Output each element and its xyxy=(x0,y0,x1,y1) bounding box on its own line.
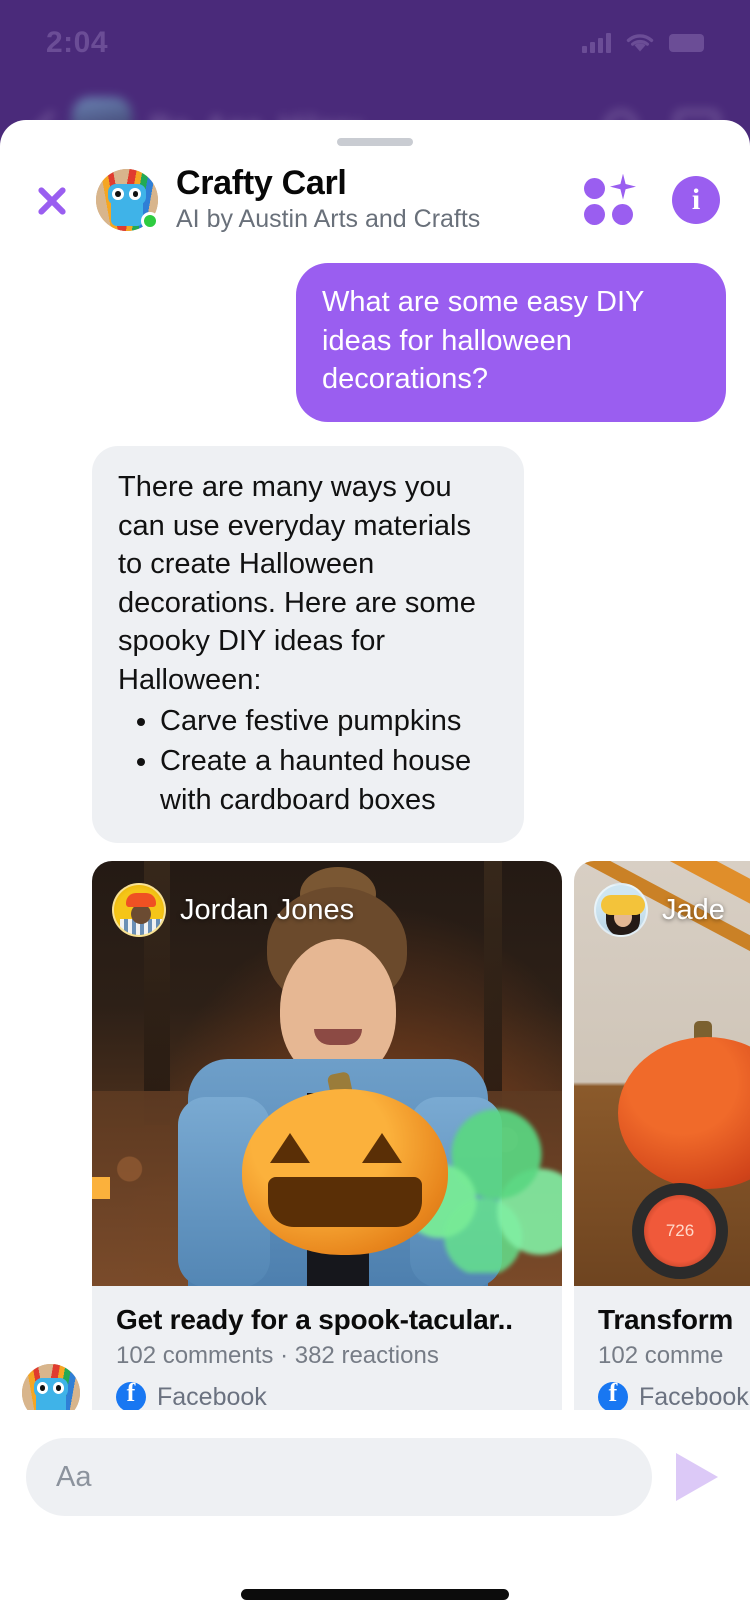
list-item[interactable]: Jordan Jones Get ready for a spook-tacul… xyxy=(92,861,562,1435)
card-source-label: Facebook xyxy=(157,1382,267,1411)
sheet-header: Crafty Carl AI by Austin Arts and Crafts… xyxy=(0,146,750,247)
card-engagement-meta: 102 comments · 382 reactions xyxy=(116,1342,439,1370)
battery-icon xyxy=(669,34,704,52)
list-item: Create a haunted house with cardboard bo… xyxy=(160,742,498,819)
card-source: Facebook xyxy=(116,1378,540,1413)
message-input-placeholder: Aa xyxy=(56,1460,92,1493)
ai-chat-sheet: Crafty Carl AI by Austin Arts and Crafts… xyxy=(0,120,750,1624)
online-status-dot xyxy=(141,211,159,230)
send-button[interactable] xyxy=(666,1438,728,1516)
card-engagement-meta: 102 comme xyxy=(598,1342,724,1370)
ai-sparkle-icon[interactable] xyxy=(584,173,636,225)
info-icon[interactable]: i xyxy=(672,175,720,224)
home-indicator xyxy=(241,1589,509,1600)
card-title: Get ready for a spook-tacular.. xyxy=(116,1304,513,1336)
message-composer: Aa xyxy=(0,1410,750,1624)
status-bar-icons xyxy=(582,32,704,54)
list-item: Carve festive pumpkins xyxy=(160,702,498,741)
card-source-label: Facebook xyxy=(639,1382,749,1411)
jade-avatar xyxy=(594,883,648,938)
card-author: Jordan Jones xyxy=(112,883,355,938)
drag-handle[interactable] xyxy=(337,138,413,146)
avatar[interactable] xyxy=(96,168,159,231)
send-arrow-icon xyxy=(676,1453,718,1501)
card-author-name: Jordan Jones xyxy=(180,893,355,926)
wifi-icon xyxy=(626,34,654,52)
list-item[interactable]: 726 Jade Transform 102 comme f Facebook xyxy=(574,861,750,1435)
jordan-jones-avatar xyxy=(112,883,166,938)
ai-message-row: There are many ways you can use everyday… xyxy=(0,422,750,844)
close-icon[interactable] xyxy=(24,172,80,228)
card-title: Transform xyxy=(598,1304,734,1336)
ai-message-intro: There are many ways you can use everyday… xyxy=(118,471,476,696)
conversation: What are some easy DIY ideas for hallowe… xyxy=(0,247,750,1435)
status-bar: 2:04 xyxy=(0,0,750,86)
card-media: Jordan Jones xyxy=(92,861,562,1287)
card-author-name: Jade xyxy=(662,893,725,926)
user-message-row: What are some easy DIY ideas for hallowe… xyxy=(0,263,750,423)
bot-subtitle: AI by Austin Arts and Crafts xyxy=(176,205,481,234)
attachment-carousel[interactable]: Jordan Jones Get ready for a spook-tacul… xyxy=(0,843,750,1435)
facebook-icon xyxy=(116,1378,146,1413)
status-bar-clock: 2:04 xyxy=(46,26,109,59)
header-text: Crafty Carl AI by Austin Arts and Crafts xyxy=(176,164,584,235)
page-title: Crafty Carl xyxy=(176,164,347,202)
cellular-bars-icon xyxy=(582,33,611,53)
ai-message-bullet-list: Carve festive pumpkins Create a haunted … xyxy=(118,702,498,820)
facebook-icon xyxy=(598,1378,628,1413)
card-author: Jade xyxy=(594,883,725,938)
card-media: 726 Jade xyxy=(574,861,750,1287)
card-source: Facebook xyxy=(598,1378,750,1413)
header-actions: i xyxy=(584,173,726,225)
user-message-bubble[interactable]: What are some easy DIY ideas for hallowe… xyxy=(296,263,726,423)
ai-message-bubble[interactable]: There are many ways you can use everyday… xyxy=(92,446,524,844)
message-input[interactable]: Aa xyxy=(26,1438,652,1516)
